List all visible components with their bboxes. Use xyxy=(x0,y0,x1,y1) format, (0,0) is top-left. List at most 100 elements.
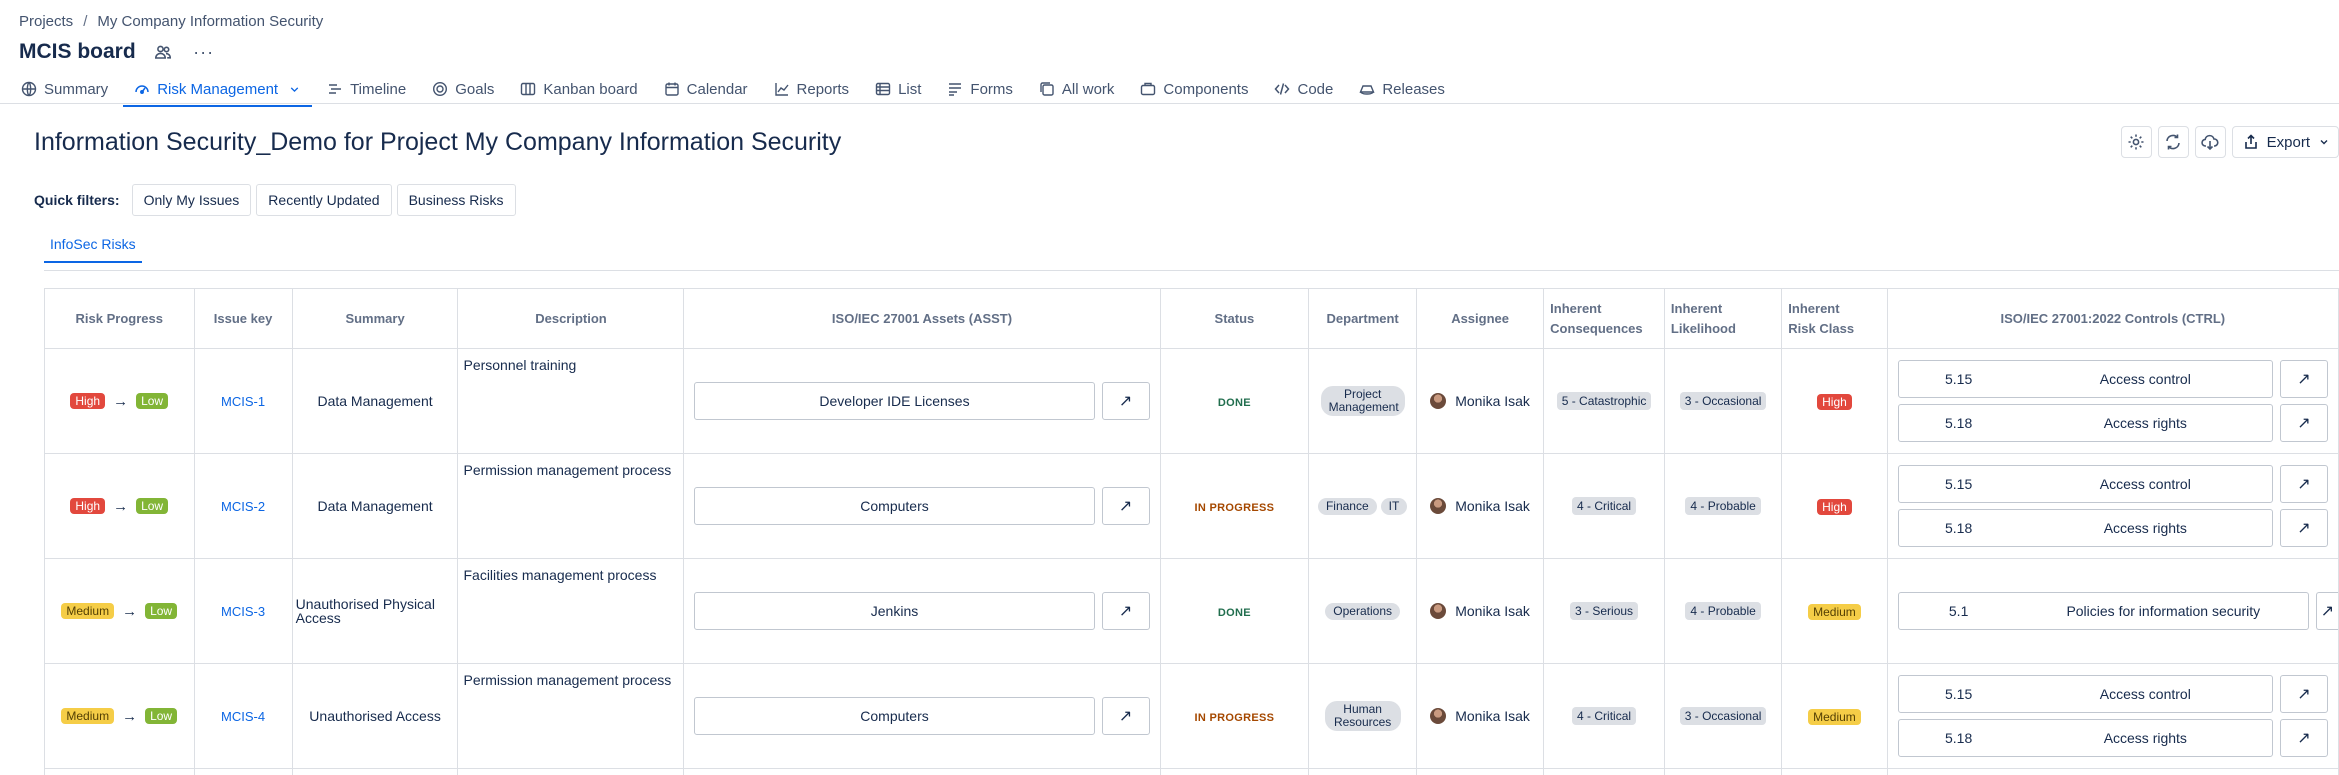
breadcrumb-separator: / xyxy=(83,13,88,30)
open-asset-button[interactable]: ↗ xyxy=(1101,382,1150,420)
asset-button[interactable]: Computers xyxy=(694,487,1095,525)
control-button[interactable]: 5.15 Access control xyxy=(1897,360,2273,398)
board-title-row: MCIS board ··· xyxy=(19,38,218,66)
more-button[interactable]: ··· xyxy=(190,38,218,66)
arrow-up-right-icon: ↗ xyxy=(2297,476,2311,493)
open-control-button[interactable]: ↗ xyxy=(2280,509,2328,547)
control-button[interactable]: 5.15 Access control xyxy=(1897,675,2273,713)
arrow-right-icon: → xyxy=(122,602,138,620)
tab-forms[interactable]: Forms xyxy=(934,74,1026,104)
export-button[interactable]: Export xyxy=(2231,126,2339,158)
department-tag: Human Resources xyxy=(1324,701,1401,731)
tab-risk-management[interactable]: Risk Management xyxy=(121,74,314,107)
tab-timeline[interactable]: Timeline xyxy=(314,74,419,104)
control-button[interactable]: 5.18 Access rights xyxy=(1897,509,2273,547)
asset-button[interactable]: Developer IDE Licenses xyxy=(694,382,1095,420)
open-asset-button[interactable]: ↗ xyxy=(1101,592,1150,630)
tab-calendar[interactable]: Calendar xyxy=(651,74,761,104)
likelihood-badge: 3 - Occasional xyxy=(1679,707,1767,725)
issue-key-link[interactable]: MCIS-1 xyxy=(221,394,265,409)
share-icon xyxy=(2244,134,2257,149)
cloud-download-icon xyxy=(2201,134,2219,151)
target-icon xyxy=(433,81,448,97)
quick-filters: Quick filters: Only My Issues Recently U… xyxy=(34,184,516,216)
open-asset-button[interactable]: ↗ xyxy=(1101,487,1150,525)
column-header[interactable]: Assignee xyxy=(1416,288,1545,349)
issue-key-link[interactable]: MCIS-2 xyxy=(221,499,265,514)
tab-all-work[interactable]: All work xyxy=(1026,74,1128,104)
ship-icon xyxy=(1359,85,1375,95)
chevron-down-icon[interactable] xyxy=(288,83,301,96)
header-line: Consequences xyxy=(1550,320,1643,336)
tab-summary[interactable]: Summary xyxy=(19,74,121,104)
column-header[interactable]: Inherent Consequences xyxy=(1543,288,1665,349)
refresh-button[interactable] xyxy=(2157,126,2189,158)
column-header[interactable]: Status xyxy=(1159,288,1310,349)
column-header[interactable]: ISO/IEC 27001 Assets (ASST) xyxy=(683,288,1161,349)
settings-button[interactable] xyxy=(2120,126,2152,158)
table-row: Medium → Low MCIS-4 Unauthorised Access Pe… xyxy=(44,663,2339,769)
table-header-row: Risk Progress Issue key Summary Descript… xyxy=(44,288,2339,349)
risk-to-badge: Low xyxy=(136,393,169,410)
risk-from-badge: Medium xyxy=(61,708,115,725)
column-header[interactable]: ISO/IEC 27001:2022 Controls (CTRL) xyxy=(1886,288,2339,349)
tab-infosec-risks[interactable]: InfoSec Risks xyxy=(44,236,142,263)
tab-reports[interactable]: Reports xyxy=(761,74,863,104)
assignee-name: Monika Isak xyxy=(1455,498,1530,514)
board-icon xyxy=(521,82,536,96)
gauge-icon xyxy=(135,85,149,94)
code-icon xyxy=(1274,83,1290,95)
tab-components[interactable]: Components xyxy=(1127,74,1261,104)
control-button[interactable]: 5.18 Access rights xyxy=(1897,719,2273,757)
tab-releases[interactable]: Releases xyxy=(1346,74,1458,104)
timeline-icon xyxy=(329,84,342,94)
tab-list[interactable]: List xyxy=(862,74,934,104)
calendar-icon xyxy=(664,82,679,96)
arrow-up-right-icon: ↗ xyxy=(2297,686,2311,703)
forms-icon xyxy=(949,83,962,96)
asset-button[interactable]: Computers xyxy=(694,697,1095,735)
open-control-button[interactable]: ↗ xyxy=(2280,719,2328,757)
column-header[interactable]: Issue key xyxy=(193,288,293,349)
tab-goals[interactable]: Goals xyxy=(419,74,507,104)
tab-code[interactable]: Code xyxy=(1261,74,1346,104)
chevron-down-icon xyxy=(2320,140,2328,145)
likelihood-badge: 3 - Occasional xyxy=(1679,392,1767,410)
department-tag: Project Management xyxy=(1320,386,1405,416)
column-header[interactable]: Department xyxy=(1308,288,1418,349)
tab-label: List xyxy=(898,80,922,98)
column-header[interactable]: Description xyxy=(457,288,685,349)
column-header[interactable]: Inherent Likelihood xyxy=(1663,288,1783,349)
control-number: 5.15 xyxy=(1945,476,1973,492)
risk-to-badge: Low xyxy=(136,498,169,515)
column-header[interactable]: Summary xyxy=(291,288,459,349)
open-asset-button[interactable]: ↗ xyxy=(1101,697,1150,735)
cloud-download-button[interactable] xyxy=(2194,126,2226,158)
open-control-button[interactable]: ↗ xyxy=(2280,404,2328,442)
control-button[interactable]: 5.1 Policies for information security xyxy=(1897,592,2309,630)
team-button[interactable] xyxy=(148,38,178,66)
header-line: Likelihood xyxy=(1670,320,1736,336)
column-header[interactable]: Risk Progress xyxy=(44,288,195,349)
summary-text: Unauthorised Access xyxy=(309,708,441,724)
breadcrumb-project-link[interactable]: My Company Information Security xyxy=(97,13,323,30)
issue-key-link[interactable]: MCIS-3 xyxy=(221,604,265,619)
filter-business-risks[interactable]: Business Risks xyxy=(396,184,516,216)
tab-kanban-board[interactable]: Kanban board xyxy=(507,74,650,104)
export-label: Export xyxy=(2266,133,2310,151)
open-control-button[interactable]: ↗ xyxy=(2280,360,2328,398)
column-header[interactable]: Inherent Risk Class xyxy=(1781,288,1888,349)
issue-key-link[interactable]: MCIS-4 xyxy=(221,709,265,724)
asset-button[interactable]: Jenkins xyxy=(694,592,1095,630)
quick-filters-label: Quick filters: xyxy=(34,192,120,208)
filter-only-my-issues[interactable]: Only My Issues xyxy=(131,184,252,216)
control-button[interactable]: 5.18 Access rights xyxy=(1897,404,2273,442)
open-control-button[interactable]: ↗ xyxy=(2280,465,2328,503)
tab-label: Goals xyxy=(455,80,495,98)
open-control-button[interactable]: ↗ xyxy=(2280,675,2328,713)
open-control-button[interactable]: ↗ xyxy=(2316,592,2338,630)
control-button[interactable]: 5.15 Access control xyxy=(1897,465,2273,503)
breadcrumb-projects-link[interactable]: Projects xyxy=(19,13,73,30)
risk-class-badge: High xyxy=(1817,393,1852,410)
filter-recently-updated[interactable]: Recently Updated xyxy=(256,184,392,216)
